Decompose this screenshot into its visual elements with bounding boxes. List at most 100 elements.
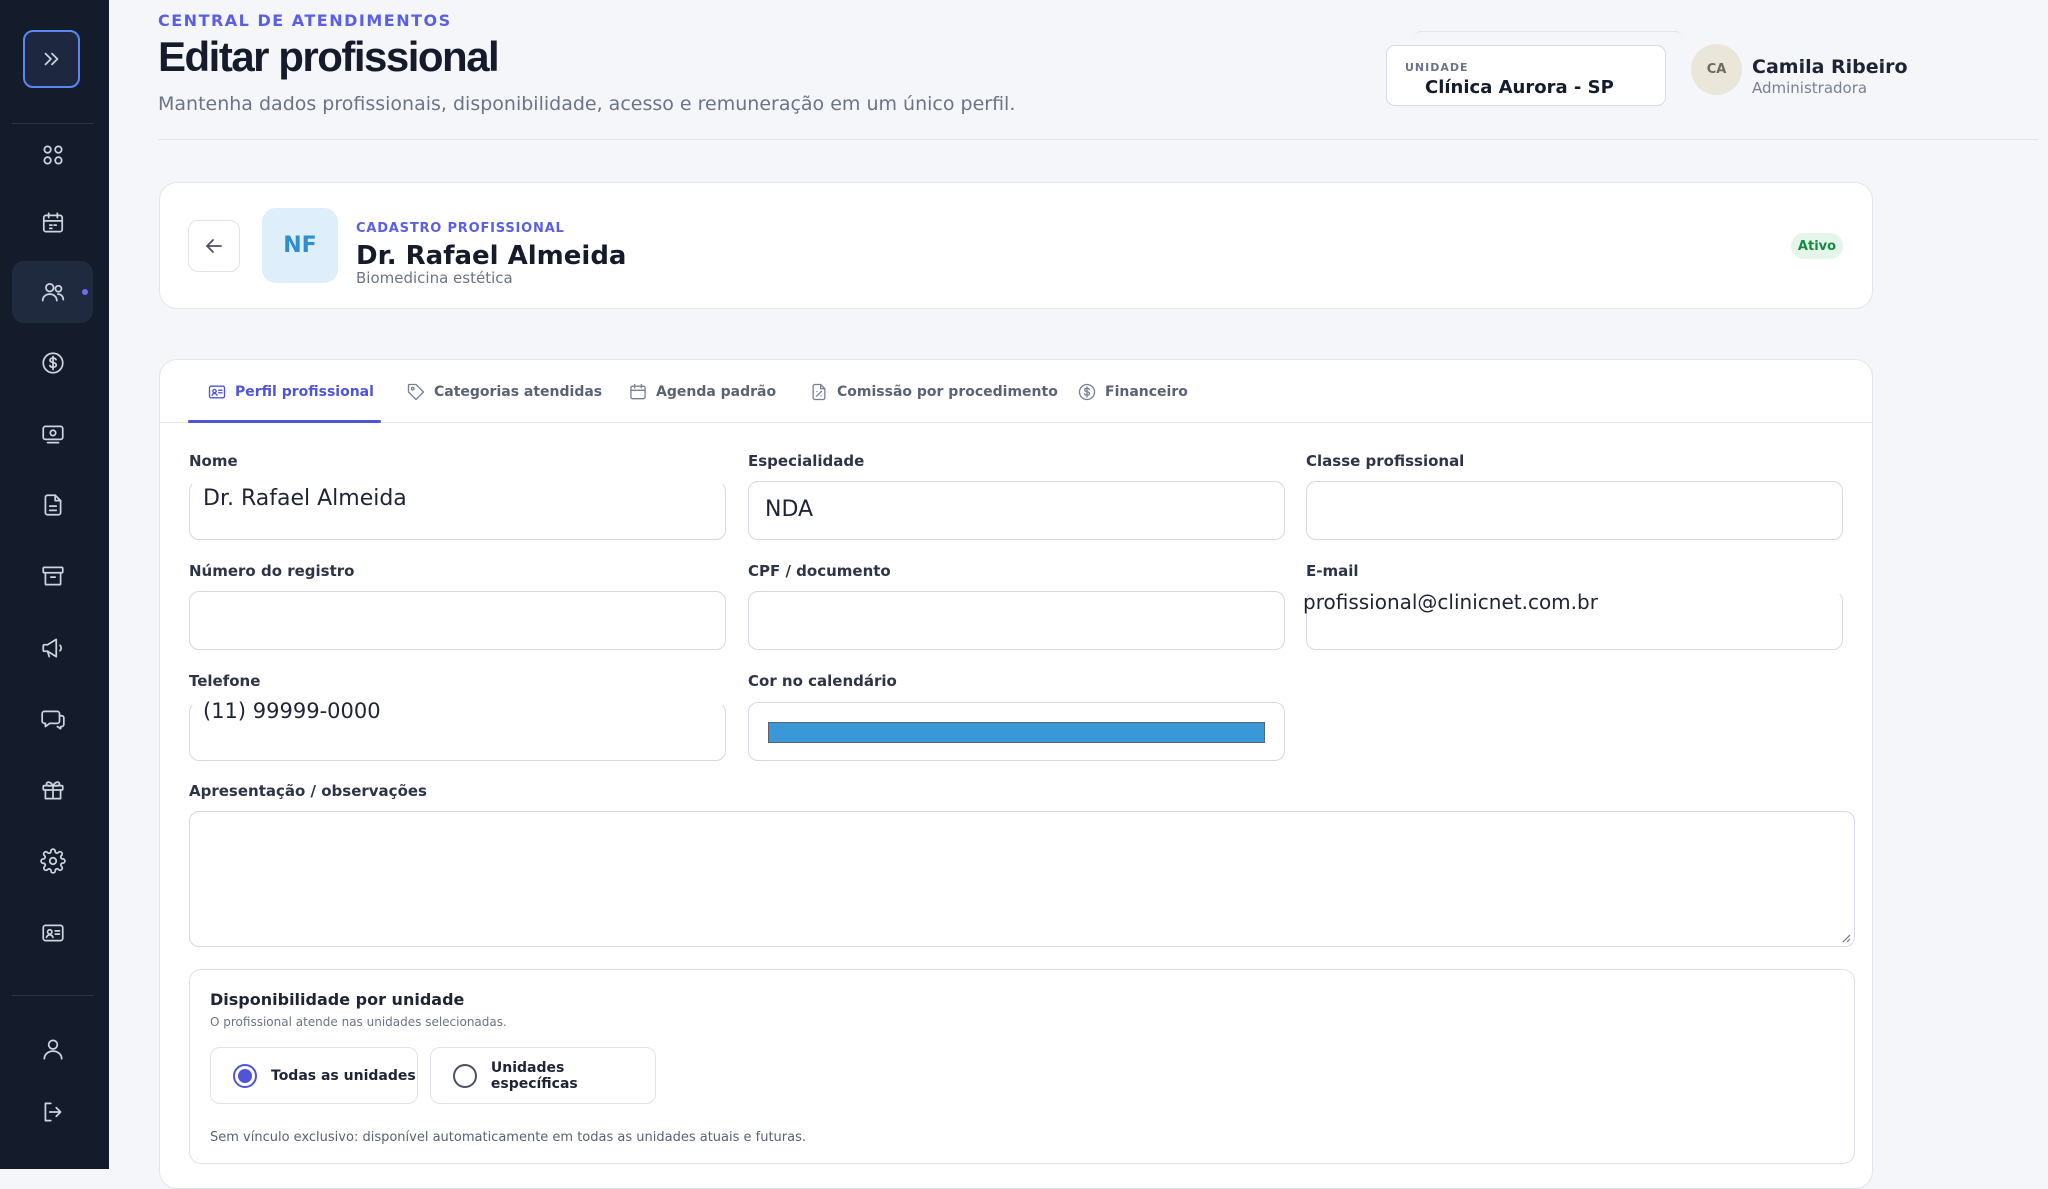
sidebar-item-perfil[interactable]: [12, 1018, 93, 1080]
tab-bar: Perfil profissional Categorias atendidas…: [160, 360, 1872, 423]
resize-handle-icon[interactable]: [1841, 933, 1851, 943]
back-button[interactable]: [188, 220, 240, 272]
status-badge: Ativo: [1791, 233, 1843, 259]
archive-icon: [41, 566, 64, 586]
calendar-color-field[interactable]: [748, 702, 1285, 761]
sidebar: [0, 0, 109, 1169]
percent-document-icon: [812, 383, 826, 400]
document-icon: [44, 494, 61, 516]
tab-label: Financeiro: [1105, 383, 1188, 400]
gear-icon: [39, 848, 66, 874]
nome-label: Nome: [189, 452, 238, 470]
megaphone-icon: [41, 638, 62, 658]
sidebar-divider: [12, 995, 94, 996]
tab-comissao-por-procedimento[interactable]: Comissão por procedimento: [809, 360, 1058, 423]
apresentacao-textarea[interactable]: [189, 811, 1855, 947]
page-title: Editar profissional: [158, 33, 500, 80]
user-name: Camila Ribeiro: [1752, 56, 1908, 78]
logout-icon: [44, 1102, 61, 1122]
radio-label: Todas as unidades: [271, 1067, 416, 1084]
user-role: Administradora: [1752, 79, 1868, 97]
availability-note: Sem vínculo exclusivo: disponível automa…: [210, 1130, 807, 1145]
id-card-icon: [41, 924, 64, 942]
cpf-label: CPF / documento: [748, 562, 891, 580]
professional-name: Dr. Rafael Almeida: [356, 241, 627, 271]
availability-subtitle: O profissional atende nas unidades selec…: [210, 1015, 507, 1029]
nome-value: Dr. Rafael Almeida: [203, 486, 407, 511]
sidebar-item-configuracoes[interactable]: [12, 830, 93, 892]
sidebar-item-sair[interactable]: [12, 1081, 93, 1143]
especialidade-field[interactable]: [748, 481, 1285, 540]
tab-label: Agenda padrão: [656, 383, 777, 400]
users-icon: [41, 283, 64, 302]
radio-unidades-especificas[interactable]: Unidades específicas: [430, 1047, 656, 1104]
avatar[interactable]: CA: [1691, 44, 1742, 95]
grid-icon: [42, 145, 63, 165]
user-icon: [42, 1039, 63, 1060]
dollar-circle-icon: [1078, 383, 1096, 400]
radio-button-selected[interactable]: [233, 1063, 257, 1088]
cpf-field[interactable]: [748, 591, 1285, 650]
radio-label: Unidades específicas: [490, 1059, 578, 1092]
edit-form-card: Perfil profissional Categorias atendidas…: [159, 359, 1873, 1189]
sidebar-item-marketing[interactable]: [12, 617, 93, 679]
especialidade-label: Especialidade: [748, 452, 865, 470]
active-indicator-dot: [82, 289, 88, 295]
sidebar-toggle-button[interactable]: [23, 30, 80, 88]
sidebar-item-fidelidade[interactable]: [12, 759, 93, 821]
profile-section-label: CADASTRO PROFISSIONAL: [356, 221, 565, 236]
tab-label: Comissão por procedimento: [837, 383, 1058, 400]
tag-icon: [407, 383, 425, 400]
registro-label: Número do registro: [189, 562, 355, 580]
professional-specialty: Biomedicina estética: [356, 269, 513, 287]
profile-initials-badge: NF: [262, 208, 338, 283]
sidebar-item-mensagens[interactable]: [12, 688, 93, 750]
especialidade-value: NDA: [765, 497, 814, 522]
sidebar-item-caixa[interactable]: [12, 403, 93, 465]
tab-perfil-profissional[interactable]: Perfil profissional: [207, 360, 374, 423]
id-card-icon: [208, 385, 226, 398]
apresentacao-label: Apresentação / observações: [189, 782, 427, 800]
telefone-label: Telefone: [189, 672, 261, 690]
chevrons-right-icon: [44, 52, 58, 66]
radio-todas-unidades[interactable]: Todas as unidades: [210, 1047, 418, 1104]
sidebar-item-cadastros[interactable]: [12, 902, 93, 964]
unit-value: Clínica Aurora - SP: [1425, 77, 1614, 98]
sidebar-item-agenda[interactable]: [12, 192, 93, 254]
tab-label: Categorias atendidas: [434, 383, 603, 400]
dollar-circle-icon: [41, 352, 64, 374]
registro-field[interactable]: [189, 591, 726, 650]
telefone-value: (11) 99999-0000: [203, 699, 381, 723]
sidebar-item-financeiro[interactable]: [12, 332, 93, 394]
unit-label: UNIDADE: [1405, 61, 1469, 74]
top-bar: CENTRAL DE ATENDIMENTOS Editar profissio…: [109, 0, 2038, 140]
classe-field[interactable]: [1306, 481, 1843, 540]
tab-financeiro[interactable]: Financeiro: [1077, 360, 1188, 423]
chat-icon: [40, 710, 65, 730]
page-eyebrow: CENTRAL DE ATENDIMENTOS: [158, 11, 452, 30]
sidebar-item-profissionais[interactable]: [12, 261, 93, 323]
availability-title: Disponibilidade por unidade: [210, 990, 465, 1009]
radio-button[interactable]: [453, 1063, 477, 1088]
sidebar-item-documentos[interactable]: [12, 474, 93, 536]
calendar-icon: [630, 383, 646, 399]
unit-selector[interactable]: UNIDADE Clínica Aurora - SP: [1386, 45, 1666, 106]
cash-monitor-icon: [41, 425, 64, 444]
availability-section: Disponibilidade por unidade O profission…: [189, 969, 1855, 1164]
email-label: E-mail: [1306, 562, 1359, 580]
classe-label: Classe profissional: [1306, 452, 1465, 470]
page-subtitle: Mantenha dados profissionais, disponibil…: [158, 93, 1016, 115]
profile-summary-card: NF CADASTRO PROFISSIONAL Dr. Rafael Alme…: [159, 182, 1873, 309]
header-divider: [158, 139, 2038, 140]
gift-icon: [41, 781, 64, 800]
arrow-left-icon: [206, 239, 222, 253]
tab-label: Perfil profissional: [235, 383, 374, 400]
calendar-icon: [42, 212, 63, 233]
tab-agenda-padrao[interactable]: Agenda padrão: [628, 360, 776, 423]
cor-label: Cor no calendário: [748, 672, 897, 690]
sidebar-item-dashboard[interactable]: [12, 124, 93, 186]
sidebar-item-estoque[interactable]: [12, 545, 93, 607]
tab-categorias-atendidas[interactable]: Categorias atendidas: [406, 360, 602, 423]
email-value: profissional@clinicnet.com.br: [1303, 590, 1598, 614]
calendar-color-swatch[interactable]: [768, 722, 1265, 743]
